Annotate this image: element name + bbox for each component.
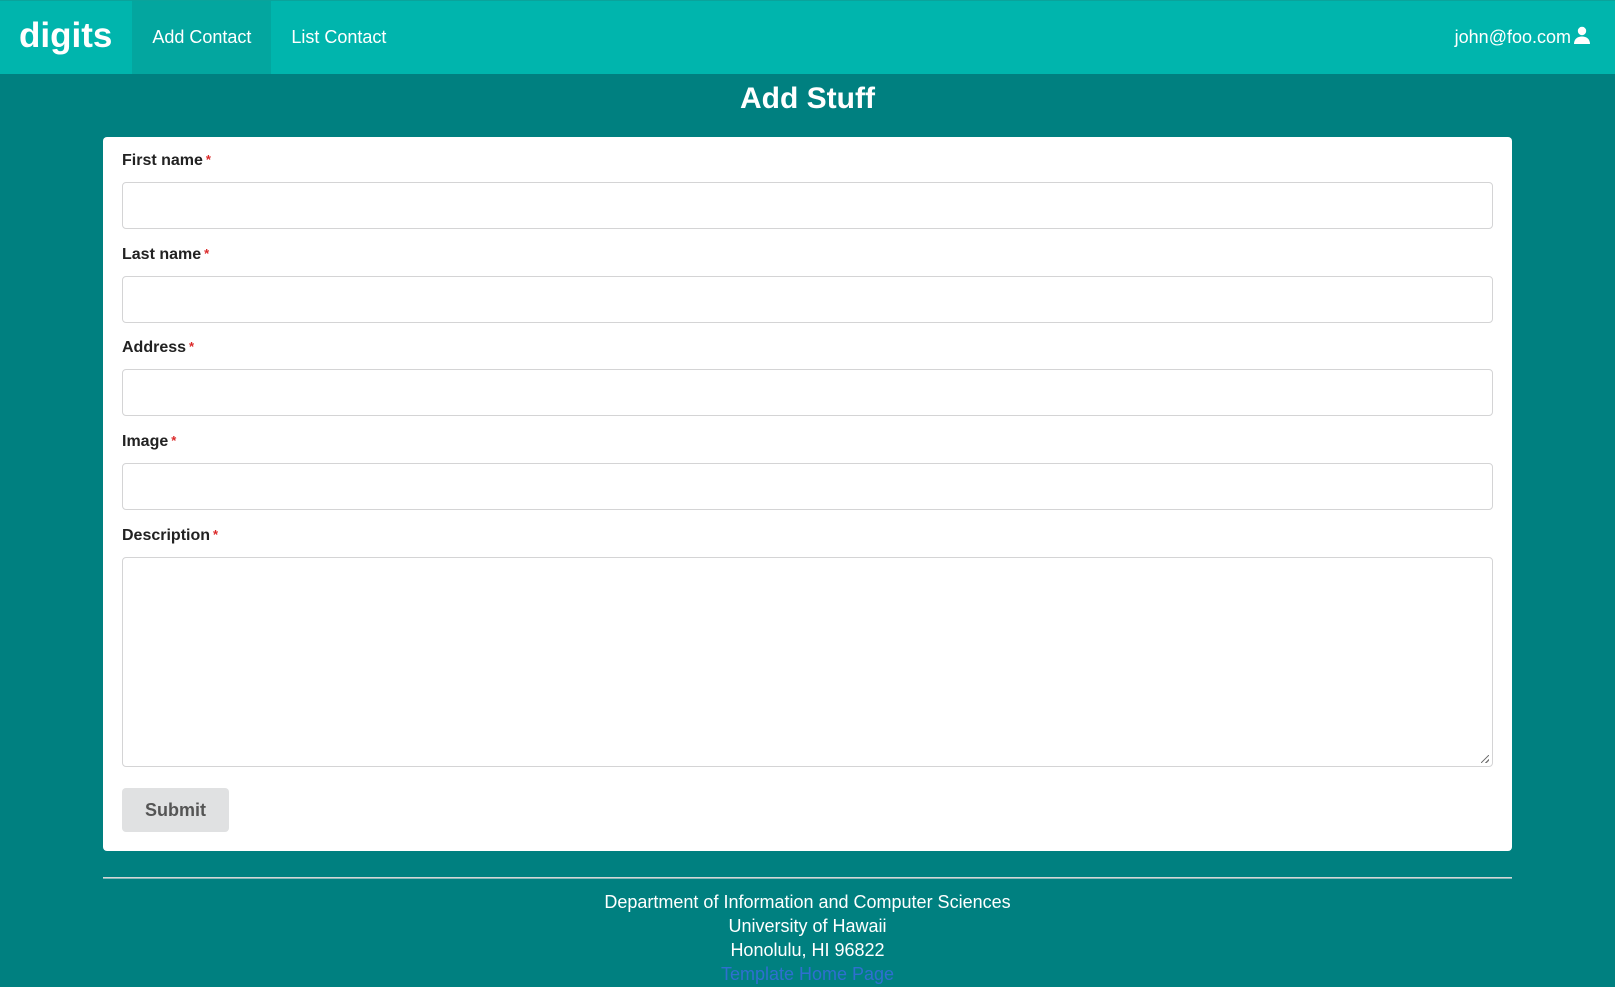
last-name-input[interactable] [122,276,1493,323]
address-field: Address * [122,339,1493,416]
resize-handle-icon[interactable] [1481,755,1489,763]
submit-button[interactable]: Submit [122,788,229,832]
description-textarea[interactable] [122,557,1493,767]
template-home-link[interactable]: Template Home Page [0,962,1615,986]
top-navbar: digits Add Contact List Contact john@foo… [0,0,1615,74]
brand-logo[interactable]: digits [0,1,132,75]
required-mark: * [205,152,211,167]
footer-divider [103,877,1512,879]
footer: Department of Information and Computer S… [0,890,1615,986]
footer-address: Honolulu, HI 96822 [730,940,885,960]
add-stuff-form: First name * Last name * Address * Image * D… [103,137,1512,851]
required-mark: * [213,527,219,542]
user-email: john@foo.com [1454,27,1571,47]
footer-department: Department of Information and Computer S… [604,892,1011,912]
footer-university: University of Hawaii [728,916,887,936]
first-name-input[interactable] [122,182,1493,229]
image-field: Image * [122,433,1493,510]
page-title: Add Stuff [740,82,875,115]
address-input[interactable] [122,369,1493,416]
last-name-label: Last name * [122,246,210,263]
description-label: Description * [122,527,219,544]
user-menu[interactable]: john@foo.com [1455,1,1591,74]
description-field: Description * [122,527,1493,767]
required-mark: * [204,246,210,261]
required-mark: * [189,339,195,354]
image-label: Image * [122,433,177,450]
address-label: Address * [122,339,195,356]
required-mark: * [171,433,177,448]
first-name-label: First name * [122,152,211,169]
nav-list-contact[interactable]: List Contact [271,1,406,74]
user-icon [1573,26,1591,49]
nav-add-contact[interactable]: Add Contact [132,1,272,74]
first-name-field: First name * [122,152,1493,229]
image-input[interactable] [122,463,1493,510]
last-name-field: Last name * [122,246,1493,323]
